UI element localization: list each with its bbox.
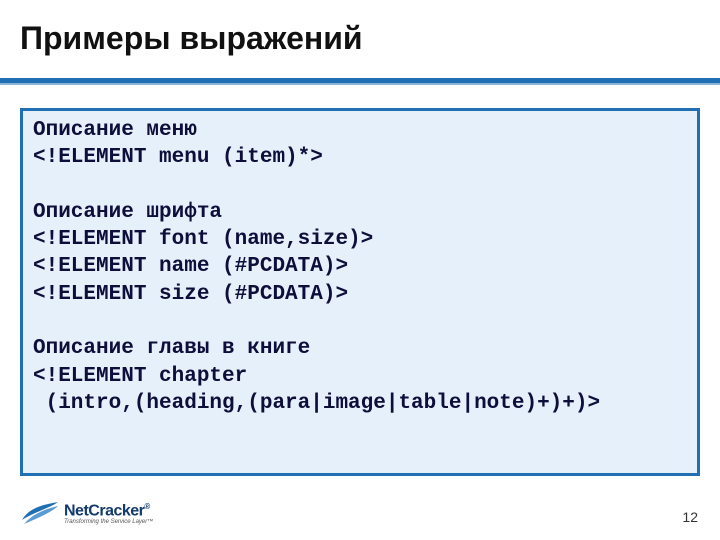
code-label-2: Описание шрифта [33, 201, 222, 224]
code-line-2c: <!ELEMENT size (#PCDATA)> [33, 283, 348, 306]
code-label-1: Описание меню [33, 119, 197, 142]
divider-rule [0, 78, 720, 88]
code-line-2a: <!ELEMENT font (name,size)> [33, 228, 373, 251]
page-number: 12 [682, 509, 698, 525]
code-line-1: <!ELEMENT menu (item)*> [33, 146, 323, 169]
code-line-3b: (intro,(heading,(para|image|table|note)+… [33, 392, 600, 415]
brand-logo: NetCracker® Transforming the Service Lay… [20, 500, 153, 528]
slide-title: Примеры выражений [20, 20, 363, 57]
divider-bar-bottom [0, 83, 720, 85]
code-box: Описание меню <!ELEMENT menu (item)*> Оп… [20, 108, 700, 476]
code-label-3: Описание главы в книге [33, 337, 310, 360]
code-line-2b: <!ELEMENT name (#PCDATA)> [33, 255, 348, 278]
brand-logo-icon [20, 500, 60, 528]
brand-tagline: Transforming the Service Layer™ [64, 519, 153, 525]
brand-logo-text: NetCracker® Transforming the Service Lay… [64, 503, 153, 525]
brand-name: NetCracker® [64, 503, 153, 519]
slide: Примеры выражений Описание меню <!ELEMEN… [0, 0, 720, 540]
code-line-3a: <!ELEMENT chapter [33, 365, 247, 388]
